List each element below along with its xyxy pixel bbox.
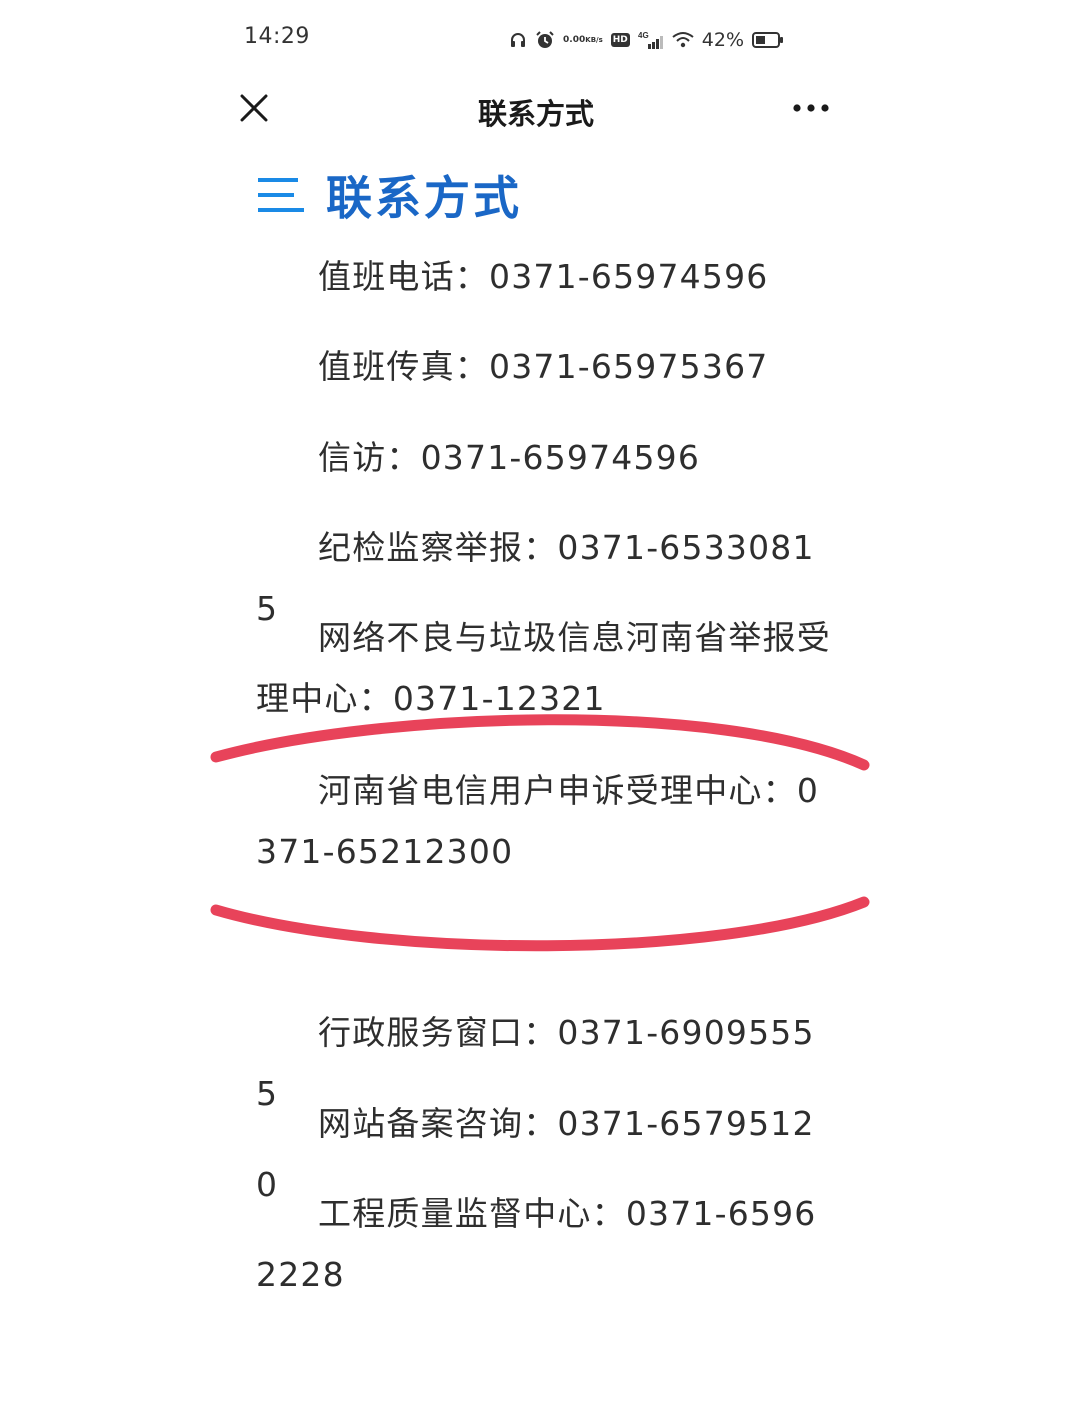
contact-label: 工程质量监督中心： [318, 1194, 626, 1233]
wifi-icon [672, 31, 694, 49]
contact-label: 网站备案咨询： [318, 1104, 558, 1143]
contact-label: 行政服务窗口： [318, 1013, 558, 1052]
menu-lines-icon [256, 175, 304, 215]
net-speed-unit: KB/s [585, 35, 603, 44]
status-icons: 0.00 KB/s HD 4G 42% [509, 25, 784, 55]
status-time: 14:29 [244, 24, 310, 49]
headphones-icon [509, 31, 527, 49]
status-bar: 14:29 0.00 KB/s HD 4G 42% [244, 22, 784, 56]
signal-icon: 4G [638, 30, 664, 50]
net-speed: 0.00 KB/s [563, 34, 603, 45]
contact-item: 值班电话：0371-65974596 [256, 246, 836, 307]
svg-text:4G: 4G [638, 31, 649, 40]
contact-item: 值班传真：0371-65975367 [256, 336, 836, 397]
section-heading: 联系方式 [256, 160, 522, 230]
contact-label: 值班电话： [318, 257, 489, 296]
contact-number: 0371-65975367 [489, 347, 769, 386]
contact-item: 河南省电信用户申诉受理中心：0371-65212300 [256, 760, 836, 882]
net-speed-value: 0.00 [563, 34, 586, 45]
contact-label: 值班传真： [318, 347, 489, 386]
contact-number: 0371-65974596 [489, 257, 769, 296]
battery-icon [752, 31, 784, 49]
contact-item: 网络不良与垃圾信息河南省举报受理中心：0371-12321 [256, 607, 836, 729]
alarm-icon [535, 30, 555, 50]
more-icon[interactable] [792, 100, 830, 114]
contact-label: 纪检监察举报： [318, 528, 558, 567]
contact-label: 信访： [318, 438, 421, 477]
hd-icon: HD [610, 33, 630, 47]
contact-number: 0371-12321 [392, 679, 606, 718]
page-title: 联系方式 [477, 97, 594, 131]
nav-bar: 联系方式 [236, 78, 836, 142]
section-heading-text: 联系方式 [326, 171, 522, 225]
contact-label: 河南省电信用户申诉受理中心： [318, 771, 797, 810]
contact-item: 工程质量监督中心：0371-65962228 [256, 1183, 836, 1305]
contact-item: 信访：0371-65974596 [256, 427, 836, 488]
contact-number: 0371-65974596 [420, 438, 701, 477]
battery-percent: 42% [701, 29, 744, 51]
